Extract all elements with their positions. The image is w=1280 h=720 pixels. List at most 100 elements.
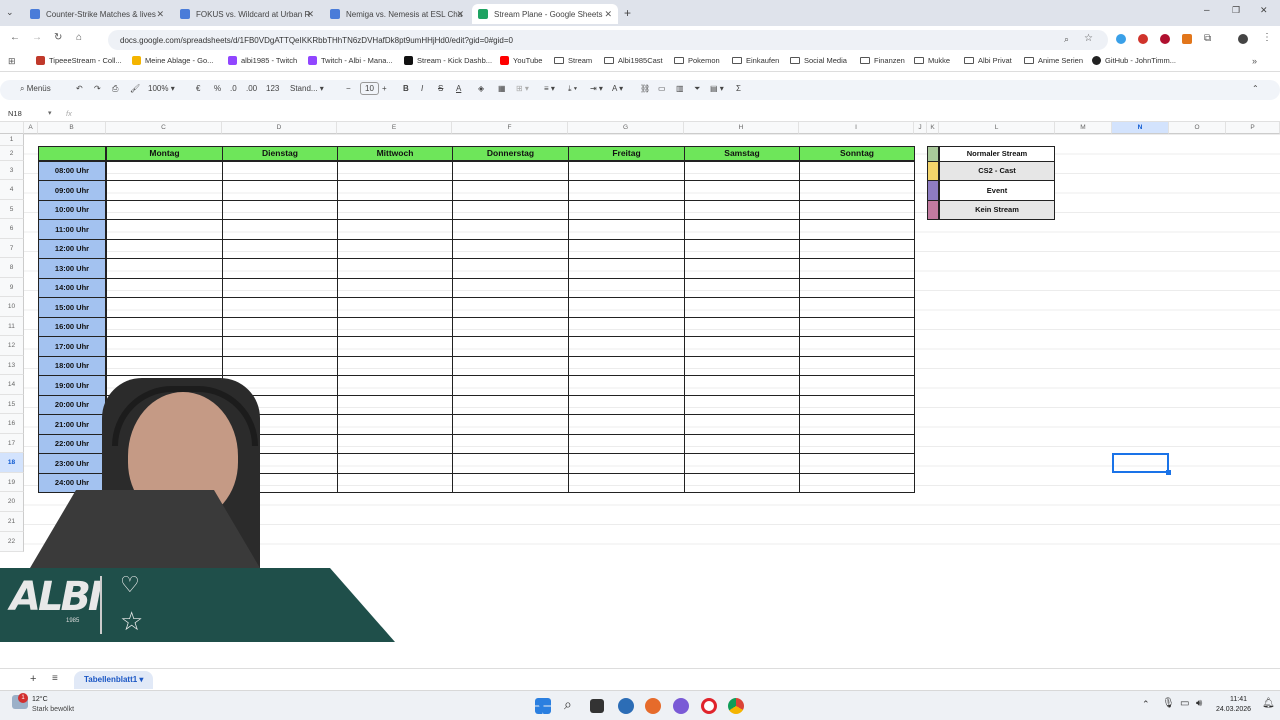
italic-button[interactable]: I (421, 84, 423, 93)
schedule-slot[interactable] (568, 336, 685, 357)
time-cell[interactable]: 21:00 Uhr (38, 414, 106, 435)
close-icon[interactable]: ✕ (604, 9, 612, 20)
number-format-button[interactable]: 123 (266, 84, 279, 93)
schedule-slot[interactable] (799, 161, 915, 181)
schedule-slot[interactable] (799, 219, 915, 240)
time-cell[interactable]: 15:00 Uhr (38, 297, 106, 318)
schedule-slot[interactable] (684, 219, 800, 240)
close-icon[interactable]: ✕ (456, 9, 464, 20)
schedule-slot[interactable] (568, 414, 685, 435)
column-header-g[interactable]: G (568, 122, 684, 134)
schedule-slot[interactable] (337, 161, 453, 181)
day-header-dienstag[interactable]: Dienstag (222, 146, 338, 161)
schedule-slot[interactable] (568, 297, 685, 318)
more-bookmarks-icon[interactable]: » (1252, 56, 1257, 66)
schedule-slot[interactable] (452, 336, 569, 357)
bookmark-folder[interactable]: Albi1985Cast (604, 56, 663, 65)
all-sheets-button[interactable]: ≡ (52, 673, 58, 684)
schedule-slot[interactable] (337, 180, 453, 201)
schedule-slot[interactable] (684, 434, 800, 454)
functions-button[interactable]: Σ (736, 84, 741, 93)
schedule-slot[interactable] (799, 395, 915, 415)
task-view-icon[interactable] (590, 699, 604, 713)
column-header-o[interactable]: O (1169, 122, 1226, 134)
url-field[interactable]: docs.google.com/spreadsheets/d/1FB0VDgAT… (108, 30, 1108, 50)
search-icon[interactable]: ⌕ (564, 696, 572, 713)
day-header-mittwoch[interactable]: Mittwoch (337, 146, 453, 161)
redo-icon[interactable]: ↷ (94, 84, 101, 93)
row-header-2[interactable]: 2 (0, 146, 24, 161)
bookmark-item[interactable]: YouTube (500, 56, 542, 65)
microphone-icon[interactable]: 🎙︎ (1162, 698, 1175, 709)
schedule-slot[interactable] (222, 356, 338, 376)
collapse-toolbar-icon[interactable]: ⌃ (1252, 84, 1259, 93)
schedule-slot[interactable] (452, 180, 569, 201)
font-size-input[interactable]: 10 (360, 82, 379, 95)
column-header-k[interactable]: K (927, 122, 939, 134)
schedule-slot[interactable] (222, 200, 338, 220)
reload-icon[interactable]: ↻ (54, 32, 62, 43)
schedule-slot[interactable] (452, 200, 569, 220)
schedule-slot[interactable] (568, 356, 685, 376)
bookmark-folder[interactable]: Finanzen (860, 56, 905, 65)
column-header-f[interactable]: F (452, 122, 568, 134)
schedule-slot[interactable] (337, 278, 453, 298)
bookmark-folder[interactable]: Albi Privat (964, 56, 1012, 65)
schedule-slot[interactable] (684, 200, 800, 220)
schedule-slot[interactable] (684, 180, 800, 201)
schedule-slot[interactable] (222, 317, 338, 337)
merge-cells-icon[interactable]: ⊞ ▾ (516, 84, 529, 93)
close-icon[interactable]: ✕ (306, 9, 314, 20)
opera-icon[interactable] (701, 698, 717, 714)
maximize-icon[interactable]: ❐ (1232, 5, 1240, 16)
metamask-icon[interactable] (1182, 34, 1192, 44)
schedule-slot[interactable] (568, 375, 685, 396)
column-header-p[interactable]: P (1226, 122, 1280, 134)
schedule-slot[interactable] (568, 239, 685, 259)
day-header-sonntag[interactable]: Sonntag (799, 146, 915, 161)
schedule-slot[interactable] (106, 297, 223, 318)
time-cell[interactable]: 17:00 Uhr (38, 336, 106, 357)
time-cell[interactable]: 08:00 Uhr (38, 161, 106, 181)
schedule-slot[interactable] (568, 453, 685, 474)
font-size-decrease-icon[interactable]: − (346, 84, 351, 93)
bookmark-item[interactable]: Twitch - Albi - Mana... (308, 56, 393, 65)
column-header-n[interactable]: N (1112, 122, 1169, 134)
row-header-16[interactable]: 16 (0, 414, 24, 434)
bookmark-item[interactable]: GitHub - JohnTimm... (1092, 56, 1176, 65)
new-tab-icon[interactable]: + (624, 6, 631, 20)
menus-search[interactable]: ⌕ Menüs (20, 84, 51, 94)
time-cell[interactable]: 14:00 Uhr (38, 278, 106, 298)
row-header-19[interactable]: 19 (0, 473, 24, 492)
schedule-slot[interactable] (452, 434, 569, 454)
schedule-slot[interactable] (452, 297, 569, 318)
column-header-e[interactable]: E (337, 122, 452, 134)
align-vertical-icon[interactable]: ⤓ ▾ (568, 84, 577, 94)
schedule-slot[interactable] (799, 375, 915, 396)
schedule-slot[interactable] (568, 434, 685, 454)
close-window-icon[interactable]: ✕ (1260, 5, 1268, 16)
firefox-icon[interactable] (645, 698, 661, 714)
network-icon[interactable]: ▭ (1180, 698, 1189, 709)
schedule-slot[interactable] (799, 414, 915, 435)
schedule-slot[interactable] (222, 258, 338, 279)
schedule-slot[interactable] (799, 336, 915, 357)
schedule-slot[interactable] (684, 375, 800, 396)
link-icon[interactable]: ⛓︎ (640, 84, 650, 93)
schedule-slot[interactable] (684, 161, 800, 181)
legend-swatch[interactable] (927, 200, 939, 220)
schedule-slot[interactable] (337, 434, 453, 454)
schedule-slot[interactable] (684, 336, 800, 357)
schedule-slot[interactable] (452, 414, 569, 435)
bookmark-folder[interactable]: Anime Serien (1024, 56, 1083, 65)
extension-icon[interactable] (1160, 34, 1170, 44)
time-cell[interactable]: 09:00 Uhr (38, 180, 106, 201)
row-header-12[interactable]: 12 (0, 336, 24, 356)
undo-icon[interactable]: ↶ (76, 84, 83, 93)
schedule-slot[interactable] (222, 180, 338, 201)
legend-label[interactable]: Normaler Stream (939, 146, 1055, 162)
print-icon[interactable]: ⎙ (112, 84, 118, 94)
column-header-h[interactable]: H (684, 122, 799, 134)
extension-icon[interactable] (1116, 34, 1126, 44)
schedule-slot[interactable] (452, 258, 569, 279)
